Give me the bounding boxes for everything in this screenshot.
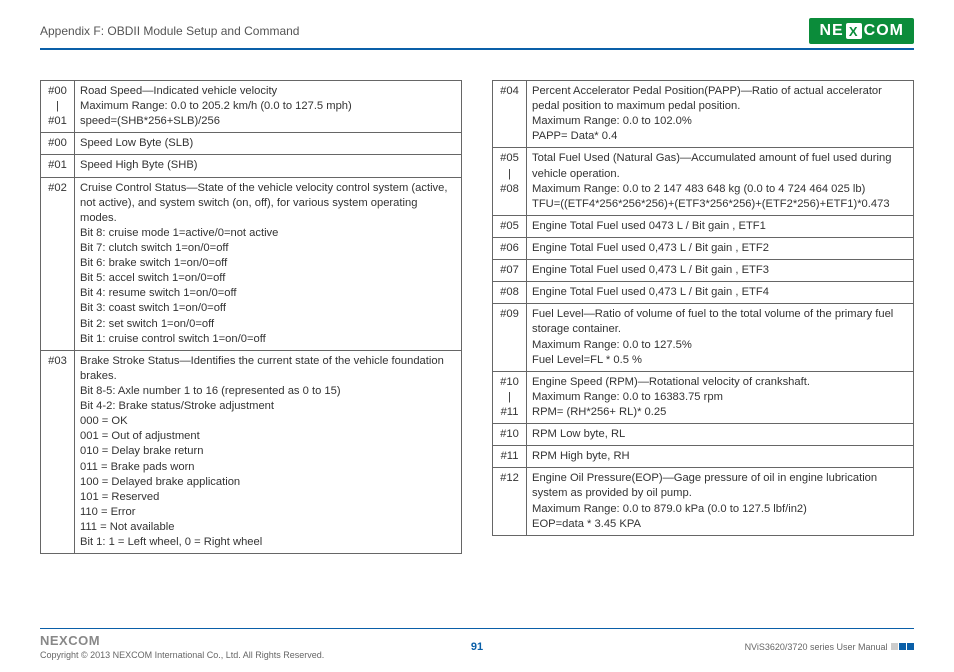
page-footer: NEXCOM Copyright © 2013 NEXCOM Internati… (40, 628, 914, 660)
logo-com: COM (864, 22, 904, 40)
logo-x: X (846, 23, 862, 39)
right-table: #04Percent Accelerator Pedal Position(PA… (492, 80, 914, 536)
row-desc: Fuel Level—Ratio of volume of fuel to th… (527, 304, 914, 371)
row-code: #10 | #11 (493, 371, 527, 423)
row-code: #09 (493, 304, 527, 371)
row-code: #03 (41, 350, 75, 553)
logo-ne: NE (819, 22, 843, 40)
row-desc: Engine Total Fuel used 0473 L / Bit gain… (527, 215, 914, 237)
row-code: #07 (493, 260, 527, 282)
row-desc: Engine Total Fuel used 0,473 L / Bit gai… (527, 260, 914, 282)
row-code: #06 (493, 237, 527, 259)
row-code: #00 (41, 133, 75, 155)
left-column: #00 | #01Road Speed—Indicated vehicle ve… (40, 80, 462, 554)
table-row: #04Percent Accelerator Pedal Position(PA… (493, 81, 914, 148)
row-desc: Engine Total Fuel used 0,473 L / Bit gai… (527, 237, 914, 259)
table-row: #09Fuel Level—Ratio of volume of fuel to… (493, 304, 914, 371)
appendix-title: Appendix F: OBDII Module Setup and Comma… (40, 24, 299, 38)
table-row: #01Speed High Byte (SHB) (41, 155, 462, 177)
table-row: #05 | #08Total Fuel Used (Natural Gas)—A… (493, 148, 914, 215)
row-desc: Engine Speed (RPM)—Rotational velocity o… (527, 371, 914, 423)
manual-title: NViS3620/3720 series User Manual (745, 642, 888, 652)
row-code: #04 (493, 81, 527, 148)
row-desc: RPM Low byte, RL (527, 424, 914, 446)
content-columns: #00 | #01Road Speed—Indicated vehicle ve… (40, 80, 914, 554)
table-row: #08Engine Total Fuel used 0,473 L / Bit … (493, 282, 914, 304)
footer-logo: NEXCOM (40, 633, 324, 648)
row-desc: Cruise Control Status—State of the vehic… (75, 177, 462, 350)
page-header: Appendix F: OBDII Module Setup and Comma… (40, 18, 914, 50)
table-row: #10 | #11Engine Speed (RPM)—Rotational v… (493, 371, 914, 423)
page-number: 91 (471, 641, 483, 653)
footer-squares-icon (890, 642, 914, 652)
row-desc: Brake Stroke Status—Identifies the curre… (75, 350, 462, 553)
table-row: #05Engine Total Fuel used 0473 L / Bit g… (493, 215, 914, 237)
table-row: #02Cruise Control Status—State of the ve… (41, 177, 462, 350)
table-row: #00Speed Low Byte (SLB) (41, 133, 462, 155)
left-table: #00 | #01Road Speed—Indicated vehicle ve… (40, 80, 462, 554)
table-row: #10RPM Low byte, RL (493, 424, 914, 446)
table-row: #00 | #01Road Speed—Indicated vehicle ve… (41, 81, 462, 133)
row-desc: RPM High byte, RH (527, 446, 914, 468)
row-desc: Engine Total Fuel used 0,473 L / Bit gai… (527, 282, 914, 304)
row-code: #10 (493, 424, 527, 446)
row-code: #00 | #01 (41, 81, 75, 133)
row-code: #01 (41, 155, 75, 177)
table-row: #12Engine Oil Pressure(EOP)—Gage pressur… (493, 468, 914, 535)
row-code: #05 | #08 (493, 148, 527, 215)
row-desc: Road Speed—Indicated vehicle velocity Ma… (75, 81, 462, 133)
row-desc: Speed Low Byte (SLB) (75, 133, 462, 155)
brand-logo: NE X COM (809, 18, 914, 44)
row-code: #12 (493, 468, 527, 535)
table-row: #07Engine Total Fuel used 0,473 L / Bit … (493, 260, 914, 282)
row-code: #05 (493, 215, 527, 237)
right-column: #04Percent Accelerator Pedal Position(PA… (492, 80, 914, 554)
row-desc: Total Fuel Used (Natural Gas)—Accumulate… (527, 148, 914, 215)
footer-right: NViS3620/3720 series User Manual (745, 642, 914, 652)
table-row: #06Engine Total Fuel used 0,473 L / Bit … (493, 237, 914, 259)
row-code: #08 (493, 282, 527, 304)
row-code: #11 (493, 446, 527, 468)
copyright-text: Copyright © 2013 NEXCOM International Co… (40, 650, 324, 660)
row-desc: Engine Oil Pressure(EOP)—Gage pressure o… (527, 468, 914, 535)
table-row: #03Brake Stroke Status—Identifies the cu… (41, 350, 462, 553)
table-row: #11RPM High byte, RH (493, 446, 914, 468)
row-desc: Percent Accelerator Pedal Position(PAPP)… (527, 81, 914, 148)
row-code: #02 (41, 177, 75, 350)
row-desc: Speed High Byte (SHB) (75, 155, 462, 177)
